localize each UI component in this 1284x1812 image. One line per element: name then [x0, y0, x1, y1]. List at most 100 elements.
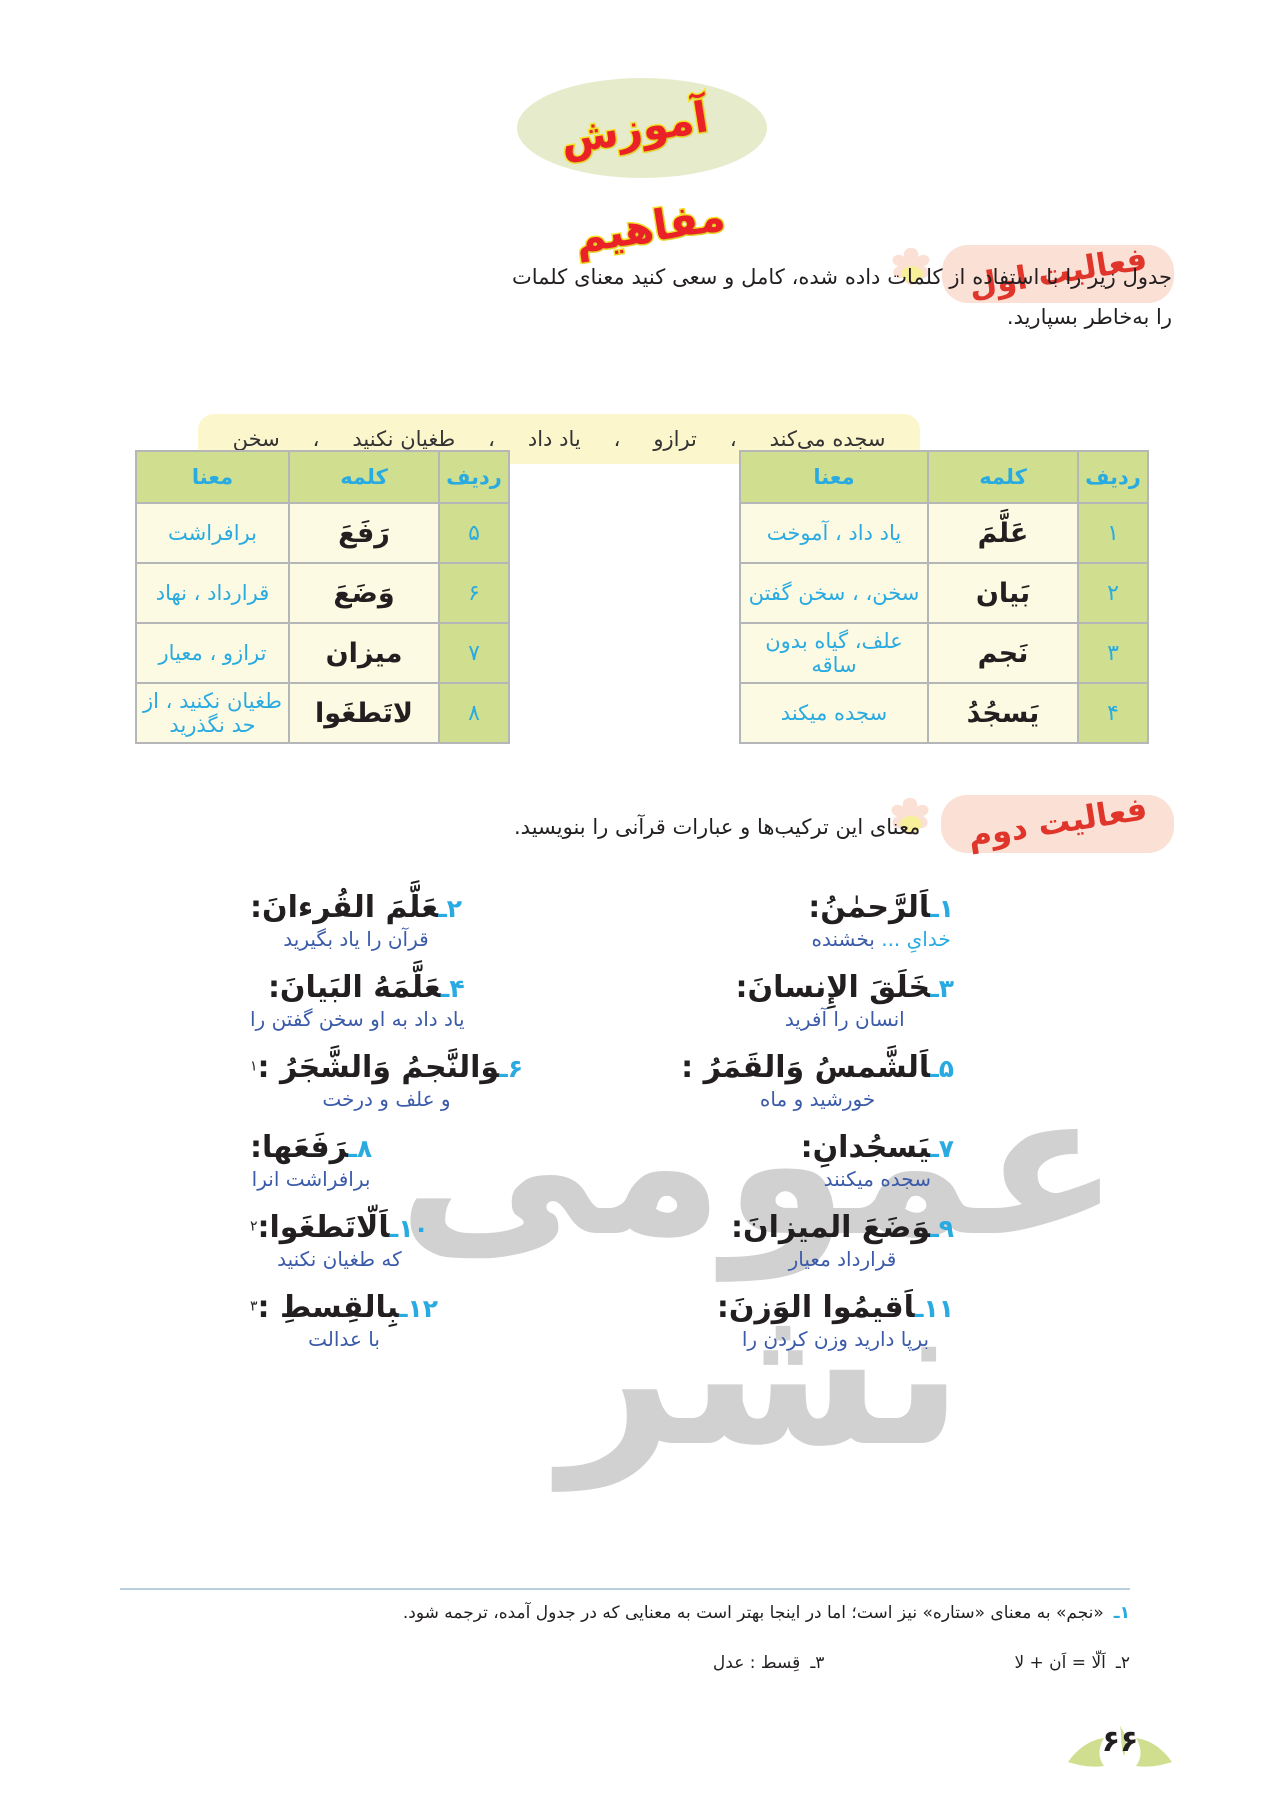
phrase-arabic: اَلّاتَطغَوا:: [257, 1210, 390, 1245]
phrase-number: ۲ـ: [438, 894, 462, 923]
phrase-gloss[interactable]: با عدالت: [250, 1327, 438, 1351]
phrase-gloss-highlight: خدایِ ...: [881, 927, 951, 951]
phrase-gloss[interactable]: که طغیان نکنید: [250, 1247, 429, 1271]
phrase-heading: ۷ـیَسجُدانِ:: [801, 1130, 954, 1165]
phrase-arabic: اَلرَّحمٰنُ:: [808, 890, 931, 925]
page-title: آموزش مفاهیم: [0, 78, 1284, 264]
quranic-phrase-item[interactable]: ۹ـوَضَعَ المیزانَ: قرارداد معیار: [731, 1210, 954, 1271]
phrase-gloss[interactable]: قرآن را یاد بگیرید: [250, 927, 462, 951]
table-header-row: ردیف کلمه معنا: [739, 450, 1149, 504]
cell-index: ۲: [1077, 562, 1149, 624]
col-header-index: ردیف: [438, 450, 510, 504]
phrase-heading: ۱۲ـبِالقِسطِ :۳: [250, 1290, 438, 1325]
phrase-gloss[interactable]: خدایِ ... بخشنده: [808, 927, 954, 951]
table-row: ۱ عَلَّمَ یاد داد ، آموخت: [739, 502, 1149, 564]
footnote-item: ۳ـ قِسط : عدل: [713, 1646, 825, 1682]
col-header-word: کلمه: [288, 450, 440, 504]
cell-word: میزان: [288, 622, 440, 684]
footnote-marker: ۱: [250, 1058, 258, 1075]
cell-word: بَیان: [927, 562, 1079, 624]
phrase-heading: ۹ـوَضَعَ المیزانَ:: [731, 1210, 954, 1245]
cell-word: وَضَعَ: [288, 562, 440, 624]
col-header-word: کلمه: [927, 450, 1079, 504]
quranic-phrase-item[interactable]: ۱۲ـبِالقِسطِ :۳ با عدالت: [250, 1290, 438, 1351]
phrase-heading: ۱۱ـاَقیمُوا الوَزنَ:: [717, 1290, 954, 1325]
cell-meaning[interactable]: طغیان نکنید ، از حد نگذرید: [135, 682, 290, 744]
word-bank-separator: ،: [613, 427, 621, 451]
table-header-row: ردیف کلمه معنا: [135, 450, 510, 504]
phrase-gloss[interactable]: برافراشت انرا: [250, 1167, 372, 1191]
phrase-number: ۶ـ: [499, 1054, 523, 1083]
activity-one-instruction: جدول زیر را با استفاده از کلمات داده شده…: [512, 265, 1172, 329]
footnote-item: ۲ـ اَلّا = اَن + لا: [1014, 1646, 1130, 1682]
phrase-heading: ۵ـاَلشَّمسُ وَالقَمَرُ :: [681, 1050, 954, 1085]
phrase-number: ۳ـ: [930, 974, 954, 1003]
quranic-phrase-item[interactable]: ۱۰ـاَلّاتَطغَوا:۲ که طغیان نکنید: [250, 1210, 429, 1271]
phrase-heading: ۱ـاَلرَّحمٰنُ:: [808, 890, 954, 925]
cell-meaning[interactable]: سخن، ، سخن گفتن: [739, 562, 929, 624]
quranic-phrase-item[interactable]: ۳ـخَلَقَ الإِنسانَ: انسان را آفرید: [736, 970, 954, 1031]
cell-meaning[interactable]: برافراشت: [135, 502, 290, 564]
phrase-number: ۱۰ـ: [389, 1214, 429, 1243]
footnote-marker: ۳: [250, 1298, 258, 1315]
word-bank-item: ترازو: [653, 427, 697, 451]
footnotes-block: ۱ـ «نجم» به معنای «ستاره» نیز است؛ اما د…: [120, 1596, 1130, 1681]
footnote-row: ۲ـ اَلّا = اَن + لا ۳ـ قِسط : عدل: [120, 1646, 1130, 1682]
word-bank-item: طغیان نکنید: [352, 427, 456, 451]
word-bank-separator: ،: [488, 427, 495, 451]
phrase-number: ۱ـ: [930, 894, 954, 923]
phrase-gloss[interactable]: خورشید و ماه: [681, 1087, 954, 1111]
word-bank-item: یاد داد: [527, 427, 581, 451]
phrase-gloss[interactable]: و علف و درخت: [250, 1087, 523, 1111]
cell-word: عَلَّمَ: [927, 502, 1079, 564]
table-row: ۵ رَفَعَ برافراشت: [135, 502, 510, 564]
cell-index: ۱: [1077, 502, 1149, 564]
footnote-divider: [120, 1588, 1130, 1590]
word-bank-item: سجده می‌کند: [769, 427, 886, 451]
quranic-phrase-item[interactable]: ۴ـعَلَّمَهُ البَیانَ: یاد داد به او سخن گ…: [250, 970, 465, 1031]
col-header-meaning: معنا: [135, 450, 290, 504]
cell-index: ۸: [438, 682, 510, 744]
phrase-gloss[interactable]: قرارداد معیار: [731, 1247, 954, 1271]
cell-meaning[interactable]: یاد داد ، آموخت: [739, 502, 929, 564]
phrase-arabic: عَلَّمَهُ البَیانَ:: [267, 970, 441, 1005]
phrase-gloss[interactable]: برپا دارید وزن کردن را: [717, 1327, 954, 1351]
footnote-number: ۲ـ: [1115, 1652, 1130, 1673]
cell-word: رَفَعَ: [288, 502, 440, 564]
cell-index: ۵: [438, 502, 510, 564]
phrase-arabic: وَضَعَ المیزانَ:: [730, 1210, 931, 1245]
footnote-text: اَلّا = اَن + لا: [1014, 1652, 1106, 1673]
phrase-number: ۹ـ: [930, 1214, 954, 1243]
cell-index: ۳: [1077, 622, 1149, 684]
quranic-phrase-item[interactable]: ۶ـوَالنَّجمُ وَالشَّجَرُ :۱ و علف و درخت: [250, 1050, 523, 1111]
cell-meaning[interactable]: ترازو ، معیار: [135, 622, 290, 684]
phrase-number: ۱۲ـ: [399, 1294, 439, 1323]
col-header-meaning: معنا: [739, 450, 929, 504]
quranic-phrase-item[interactable]: ۸ـرَفَعَها: برافراشت انرا: [250, 1130, 372, 1191]
phrase-number: ۴ـ: [440, 974, 465, 1003]
phrase-number: ۸ـ: [348, 1134, 373, 1163]
footnote-marker: ۲: [250, 1218, 258, 1235]
page-number: ۶۶: [1101, 1724, 1139, 1759]
quranic-phrase-item[interactable]: ۷ـیَسجُدانِ: سجده میکنند: [801, 1130, 954, 1191]
table-row: ۶ وَضَعَ قرارداد ، نهاد: [135, 562, 510, 624]
phrase-heading: ۶ـوَالنَّجمُ وَالشَّجَرُ :۱: [250, 1050, 523, 1085]
phrase-gloss[interactable]: سجده میکنند: [801, 1167, 954, 1191]
cell-meaning[interactable]: سجده میکند: [739, 682, 929, 744]
phrase-heading: ۴ـعَلَّمَهُ البَیانَ:: [250, 970, 465, 1005]
quranic-phrase-item[interactable]: ۱۱ـاَقیمُوا الوَزنَ: برپا دارید وزن کردن …: [717, 1290, 954, 1351]
cell-meaning[interactable]: علف، گیاه بدون ساقه: [739, 622, 929, 684]
phrase-gloss[interactable]: انسان را آفرید: [736, 1007, 954, 1031]
quranic-phrase-item[interactable]: ۱ـاَلرَّحمٰنُ: خدایِ ... بخشنده: [808, 890, 954, 951]
table-row: ۲ بَیان سخن، ، سخن گفتن: [739, 562, 1149, 624]
vocabulary-table-left: ردیف کلمه معنا ۵ رَفَعَ برافراشت ۶ وَضَعَ قرا…: [135, 450, 510, 744]
cell-meaning[interactable]: قرارداد ، نهاد: [135, 562, 290, 624]
cell-index: ۶: [438, 562, 510, 624]
footnote-number: ۱ـ: [1113, 1603, 1130, 1623]
table-row: ۳ نَجم علف، گیاه بدون ساقه: [739, 622, 1149, 684]
quranic-phrase-item[interactable]: ۵ـاَلشَّمسُ وَالقَمَرُ : خورشید و ماه: [681, 1050, 954, 1111]
phrase-gloss[interactable]: یاد داد به او سخن گفتن را: [250, 1007, 465, 1031]
phrase-number: ۱۱ـ: [914, 1294, 954, 1323]
quranic-phrase-item[interactable]: ۲ـعَلَّمَ القُرءانَ: قرآن را یاد بگیرید: [250, 890, 462, 951]
cell-word: یَسجُدُ: [927, 682, 1079, 744]
